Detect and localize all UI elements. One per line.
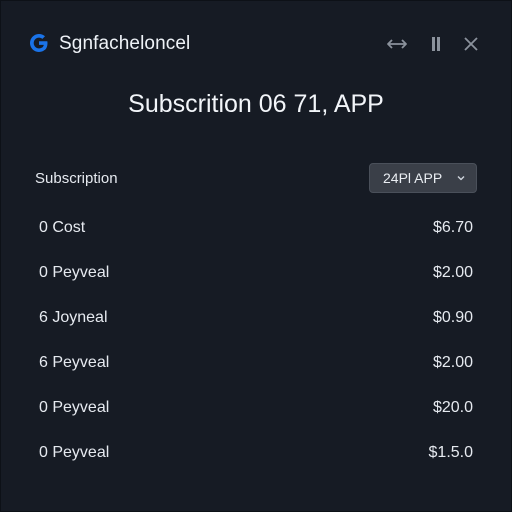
item-price: $20.0 — [432, 399, 473, 416]
app-window: Sgnfacheloncel Subscrition 06 71, APP Su… — [0, 0, 512, 512]
item-label: 0 Peyveal — [39, 399, 110, 416]
item-label: 0 Cost — [39, 219, 86, 236]
close-button[interactable] — [458, 31, 484, 57]
app-name: Sgnfacheloncel — [59, 33, 191, 54]
title-bar: Sgnfacheloncel — [1, 1, 511, 87]
list-item: 0 Cost $6.70 — [1, 206, 511, 250]
g-logo-icon — [27, 31, 51, 55]
item-label: 0 Peyveal — [39, 444, 110, 461]
plan-select-value: 24Pl APP — [383, 170, 443, 186]
item-price: $2.00 — [432, 354, 473, 371]
resize-button[interactable] — [384, 31, 410, 57]
item-price: $6.70 — [432, 219, 473, 236]
item-label: 0 Peyveal — [39, 264, 110, 281]
list-item: 6 Peyveal $2.00 — [1, 341, 511, 385]
item-price: $2.00 — [432, 264, 473, 281]
item-label: 6 Peyveal — [39, 354, 110, 371]
close-icon — [464, 37, 478, 51]
page-title: Subscrition 06 71, APP — [128, 90, 384, 118]
item-price: $0.90 — [432, 309, 473, 326]
chevron-down-icon — [456, 173, 466, 183]
item-price: $1.5.0 — [428, 444, 473, 461]
section-label: Subscription — [35, 170, 118, 187]
resize-icon — [385, 37, 409, 51]
pin-icon — [430, 36, 442, 52]
subscription-section: Subscription 24Pl APP — [1, 161, 511, 197]
list-item: 0 Peyveal $20.0 — [1, 386, 511, 430]
item-label: 6 Joyneal — [39, 309, 108, 326]
list-item: 0 Peyveal $2.00 — [1, 251, 511, 295]
list-item: 0 Peyveal $1.5.0 — [1, 431, 511, 475]
pin-button[interactable] — [423, 31, 449, 57]
plan-select[interactable]: 24Pl APP — [369, 163, 477, 193]
list-item: 6 Joyneal $0.90 — [1, 296, 511, 340]
